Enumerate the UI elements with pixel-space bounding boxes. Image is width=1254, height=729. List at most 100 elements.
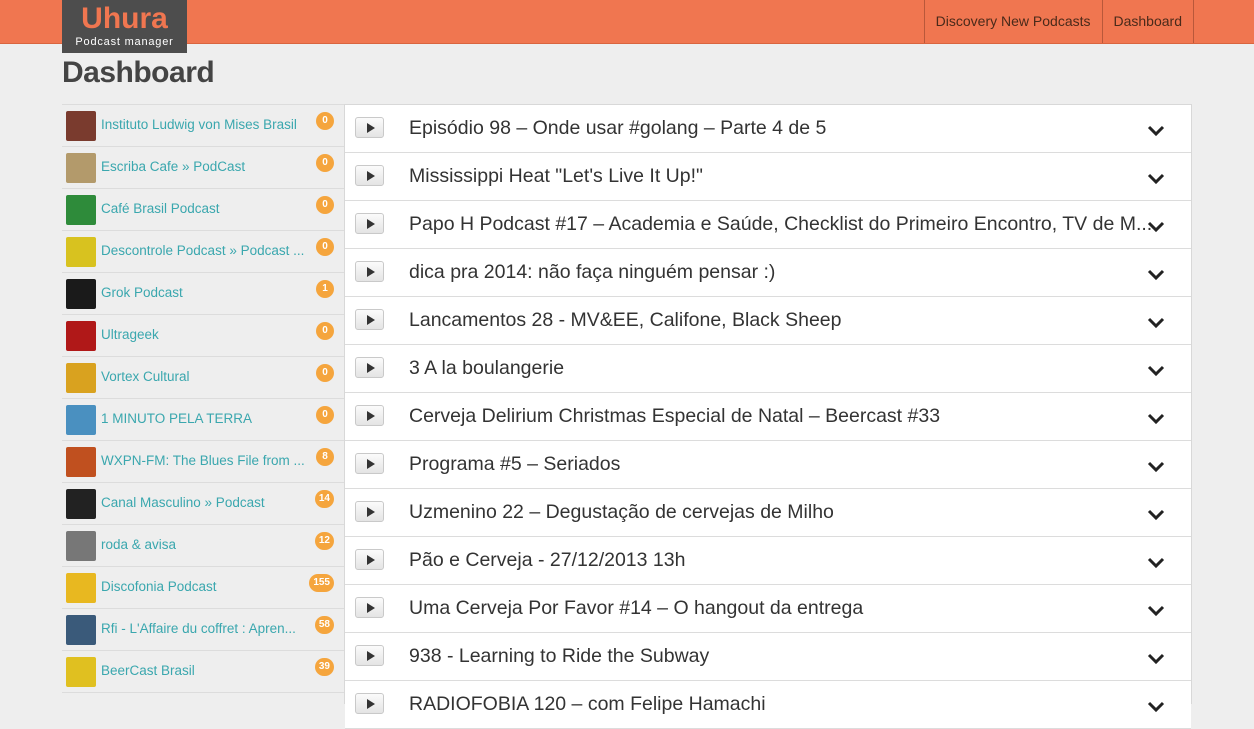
app-name: Uhura xyxy=(81,2,168,35)
unplayed-count-badge: 14 xyxy=(314,490,334,508)
page-title: Dashboard xyxy=(62,56,215,89)
chevron-down-icon[interactable] xyxy=(1147,505,1165,523)
unplayed-count-badge: 0 xyxy=(316,406,334,424)
podcast-name-link[interactable]: Rfi - L'Affaire du coffret : Apren... xyxy=(101,621,311,636)
chevron-down-icon[interactable] xyxy=(1147,361,1165,379)
podcast-name-link[interactable]: Canal Masculino » Podcast xyxy=(101,495,311,510)
episode-row[interactable]: Cerveja Delirium Christmas Especial de N… xyxy=(345,393,1191,441)
unplayed-count-badge: 58 xyxy=(314,616,334,634)
unplayed-count-badge: 8 xyxy=(316,448,334,466)
unplayed-count-badge: 0 xyxy=(316,322,334,340)
episode-row[interactable]: Programa #5 – Seriados xyxy=(345,441,1191,489)
podcast-name-link[interactable]: Escriba Cafe » PodCast xyxy=(101,159,311,174)
podcast-name-link[interactable]: 1 MINUTO PELA TERRA xyxy=(101,411,311,426)
play-button[interactable] xyxy=(355,549,384,570)
podcast-item[interactable]: Ultrageek 0 xyxy=(62,315,344,357)
podcast-name-link[interactable]: Descontrole Podcast » Podcast ... xyxy=(101,243,311,258)
podcast-name-link[interactable]: Discofonia Podcast xyxy=(101,579,311,594)
podcast-name-link[interactable]: Café Brasil Podcast xyxy=(101,201,311,216)
chevron-down-icon[interactable] xyxy=(1147,457,1165,475)
podcast-name-link[interactable]: roda & avisa xyxy=(101,537,311,552)
play-button[interactable] xyxy=(355,357,384,378)
unplayed-count-badge: 155 xyxy=(309,574,334,592)
episode-row[interactable]: RADIOFOBIA 120 – com Felipe Hamachi xyxy=(345,681,1191,729)
play-button[interactable] xyxy=(355,405,384,426)
podcast-cover-image xyxy=(66,363,96,393)
podcast-name-link[interactable]: Grok Podcast xyxy=(101,285,311,300)
play-button[interactable] xyxy=(355,645,384,666)
app-logo[interactable]: Uhura Podcast manager xyxy=(62,0,187,53)
episode-list: Episódio 98 – Onde usar #golang – Parte … xyxy=(344,104,1192,729)
podcast-item[interactable]: Descontrole Podcast » Podcast ... 0 xyxy=(62,231,344,273)
episode-title: 938 - Learning to Ride the Subway xyxy=(409,645,710,667)
chevron-down-icon[interactable] xyxy=(1147,553,1165,571)
episode-row[interactable]: Pão e Cerveja - 27/12/2013 13h xyxy=(345,537,1191,585)
podcast-cover-image xyxy=(66,615,96,645)
podcast-name-link[interactable]: BeerCast Brasil xyxy=(101,663,311,678)
play-button[interactable] xyxy=(355,213,384,234)
podcast-item[interactable]: Canal Masculino » Podcast 14 xyxy=(62,483,344,525)
podcast-name-link[interactable]: Vortex Cultural xyxy=(101,369,311,384)
podcast-item[interactable]: Rfi - L'Affaire du coffret : Apren... 58 xyxy=(62,609,344,651)
episode-row[interactable]: Papo H Podcast #17 – Academia e Saúde, C… xyxy=(345,201,1191,249)
podcast-item[interactable]: 1 MINUTO PELA TERRA 0 xyxy=(62,399,344,441)
episode-title: 3 A la boulangerie xyxy=(409,357,565,379)
chevron-down-icon[interactable] xyxy=(1147,601,1165,619)
podcast-cover-image xyxy=(66,237,96,267)
unplayed-count-badge: 39 xyxy=(314,658,334,676)
podcast-item[interactable]: Grok Podcast 1 xyxy=(62,273,344,315)
play-button[interactable] xyxy=(355,597,384,618)
chevron-down-icon[interactable] xyxy=(1147,265,1165,283)
podcast-item[interactable]: WXPN-FM: The Blues File from ... 8 xyxy=(62,441,344,483)
episode-row[interactable]: 3 A la boulangerie xyxy=(345,345,1191,393)
unplayed-count-badge: 12 xyxy=(314,532,334,550)
episode-title: dica pra 2014: não faça ninguém pensar :… xyxy=(409,261,776,283)
chevron-down-icon[interactable] xyxy=(1147,649,1165,667)
play-button[interactable] xyxy=(355,309,384,330)
play-button[interactable] xyxy=(355,501,384,522)
podcast-cover-image xyxy=(66,195,96,225)
play-button[interactable] xyxy=(355,261,384,282)
play-button[interactable] xyxy=(355,693,384,714)
episode-row[interactable]: Lancamentos 28 - MV&EE, Califone, Black … xyxy=(345,297,1191,345)
play-button[interactable] xyxy=(355,453,384,474)
episode-row[interactable]: dica pra 2014: não faça ninguém pensar :… xyxy=(345,249,1191,297)
chevron-down-icon[interactable] xyxy=(1147,313,1165,331)
episode-row[interactable]: Episódio 98 – Onde usar #golang – Parte … xyxy=(345,105,1191,153)
chevron-down-icon[interactable] xyxy=(1147,169,1165,187)
podcast-name-link[interactable]: Ultrageek xyxy=(101,327,311,342)
episode-title: Lancamentos 28 - MV&EE, Califone, Black … xyxy=(409,309,842,331)
episode-title: Programa #5 – Seriados xyxy=(409,453,621,475)
podcast-item[interactable]: Instituto Ludwig von Mises Brasil 0 xyxy=(62,104,344,147)
chevron-down-icon[interactable] xyxy=(1147,121,1165,139)
podcast-item[interactable]: Escriba Cafe » PodCast 0 xyxy=(62,147,344,189)
podcast-cover-image xyxy=(66,573,96,603)
play-button[interactable] xyxy=(355,117,384,138)
podcast-cover-image xyxy=(66,447,96,477)
nav-dashboard-link[interactable]: Dashboard xyxy=(1101,0,1194,43)
podcast-name-link[interactable]: Instituto Ludwig von Mises Brasil xyxy=(101,117,311,132)
chevron-down-icon[interactable] xyxy=(1147,217,1165,235)
podcast-item[interactable]: Vortex Cultural 0 xyxy=(62,357,344,399)
podcast-name-link[interactable]: WXPN-FM: The Blues File from ... xyxy=(101,453,311,468)
podcast-item[interactable]: Discofonia Podcast 155 xyxy=(62,567,344,609)
episode-title: Papo H Podcast #17 – Academia e Saúde, C… xyxy=(409,213,1153,235)
chevron-down-icon[interactable] xyxy=(1147,697,1165,715)
unplayed-count-badge: 1 xyxy=(316,280,334,298)
episode-row[interactable]: Uzmenino 22 – Degustação de cervejas de … xyxy=(345,489,1191,537)
episode-row[interactable]: Uma Cerveja Por Favor #14 – O hangout da… xyxy=(345,585,1191,633)
unplayed-count-badge: 0 xyxy=(316,196,334,214)
podcast-item[interactable]: Café Brasil Podcast 0 xyxy=(62,189,344,231)
podcast-cover-image xyxy=(66,111,96,141)
main-nav: Discovery New Podcasts Dashboard xyxy=(923,0,1194,43)
play-button[interactable] xyxy=(355,165,384,186)
podcast-cover-image xyxy=(66,405,96,435)
podcast-item[interactable]: roda & avisa 12 xyxy=(62,525,344,567)
episode-row[interactable]: 938 - Learning to Ride the Subway xyxy=(345,633,1191,681)
podcast-cover-image xyxy=(66,279,96,309)
podcast-item[interactable]: BeerCast Brasil 39 xyxy=(62,651,344,693)
unplayed-count-badge: 0 xyxy=(316,154,334,172)
chevron-down-icon[interactable] xyxy=(1147,409,1165,427)
episode-row[interactable]: Mississippi Heat "Let's Live It Up!" xyxy=(345,153,1191,201)
nav-discovery-link[interactable]: Discovery New Podcasts xyxy=(923,0,1102,43)
